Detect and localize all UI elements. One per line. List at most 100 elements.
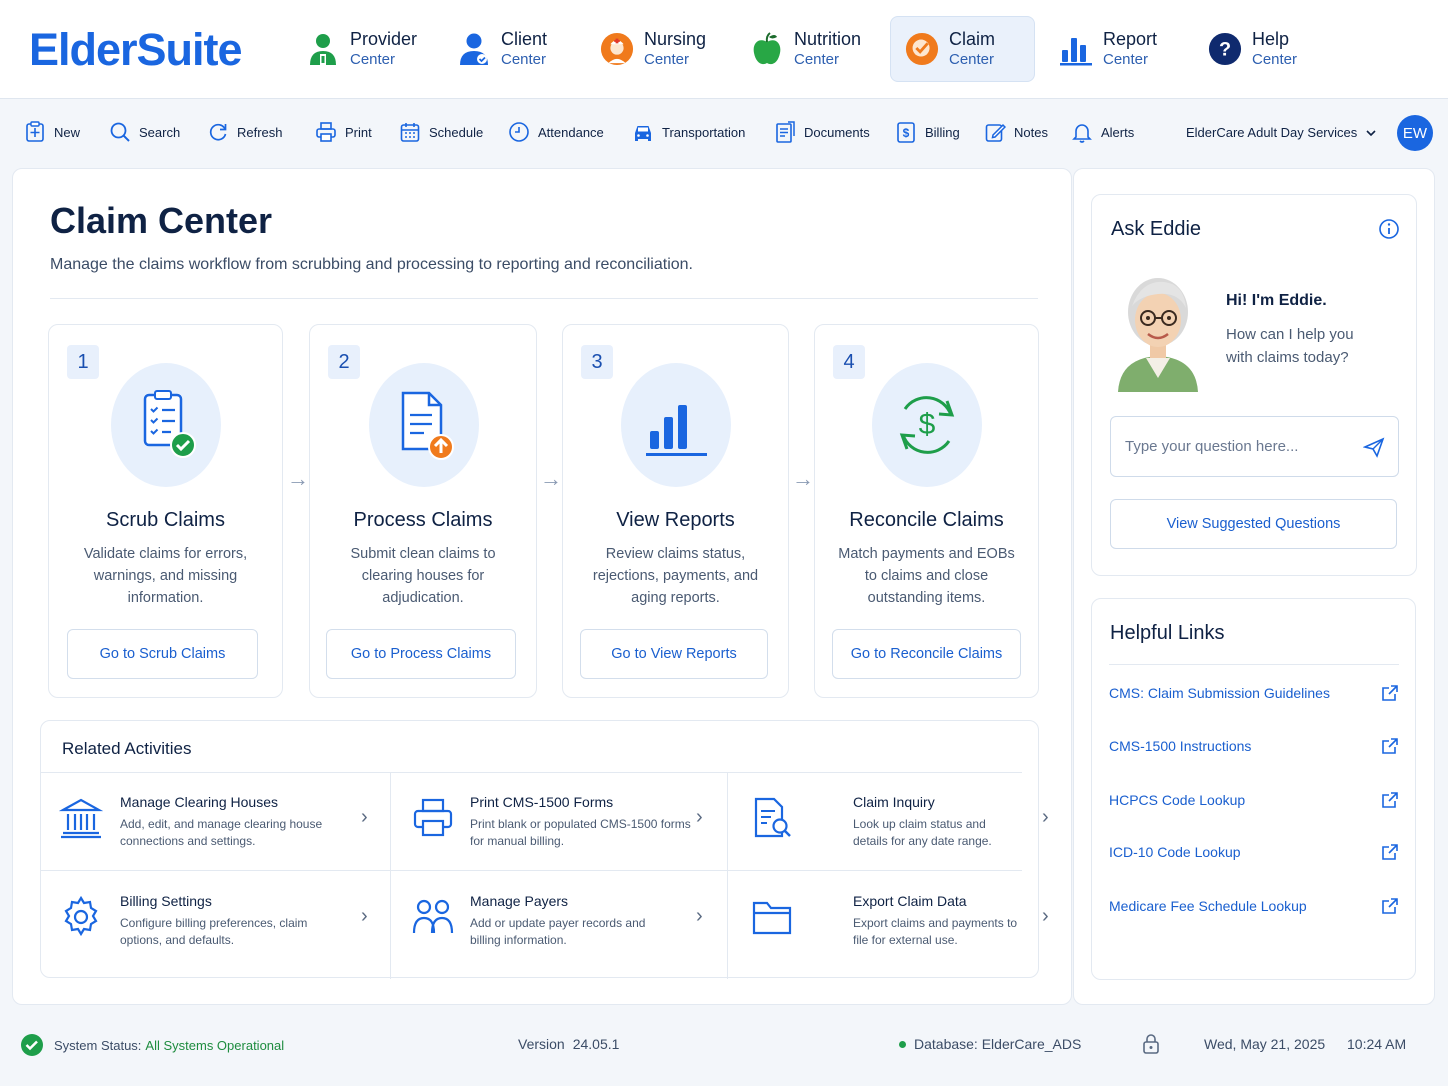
module-provider[interactable]: Provider Center xyxy=(292,16,431,82)
toolbar-attendance[interactable]: Attendance xyxy=(508,117,604,147)
avatar[interactable]: EW xyxy=(1397,115,1433,151)
print-icon xyxy=(316,122,336,142)
toolbar-label: Documents xyxy=(804,124,870,140)
link-icd10-lookup[interactable]: ICD-10 Code Lookup xyxy=(1109,826,1399,878)
go-to-scrub-claims-button[interactable]: Go to Scrub Claims xyxy=(67,629,258,679)
go-to-reconcile-claims-button[interactable]: Go to Reconcile Claims xyxy=(832,629,1021,679)
page-title: Claim Center xyxy=(50,200,273,241)
module-client[interactable]: Client Center xyxy=(443,16,561,82)
claim-icon xyxy=(905,32,939,66)
status-date: Wed, May 21, 2025 xyxy=(1204,1036,1326,1052)
new-icon xyxy=(26,121,44,142)
toolbar-transportation[interactable]: Transportation xyxy=(632,117,745,147)
app-logo[interactable]: ElderSuite xyxy=(29,24,243,76)
activity-billing-settings[interactable]: Billing Settings Configure billing prefe… xyxy=(41,871,390,969)
toolbar-search[interactable]: Search xyxy=(109,117,180,147)
external-link-icon xyxy=(1382,738,1398,754)
top-bar: ElderSuite Provider Center Client Center N… xyxy=(0,0,1448,99)
link-cms-claim-guidelines[interactable]: CMS: Claim Submission Guidelines xyxy=(1109,667,1399,719)
status-label: System Status: xyxy=(54,1037,142,1053)
activity-title: Export Claim Data xyxy=(853,893,967,909)
module-title: Nursing xyxy=(644,29,707,49)
step-title: Reconcile Claims xyxy=(849,509,1004,531)
org-name: ElderCare Adult Day Services xyxy=(1186,125,1358,140)
org-selector[interactable]: ElderCare Adult Day Services xyxy=(1186,125,1377,140)
activity-title: Claim Inquiry xyxy=(853,794,935,810)
arrow-right-icon: → xyxy=(540,466,562,491)
arrow-right-icon: → xyxy=(792,466,814,491)
step-title: Scrub Claims xyxy=(106,509,225,531)
external-link-icon xyxy=(1382,898,1398,914)
activity-manage-clearing-houses[interactable]: Manage Clearing Houses Add, edit, and ma… xyxy=(41,772,390,870)
activity-claim-inquiry[interactable]: Claim Inquiry Look up claim status and d… xyxy=(728,772,1049,870)
link-label: Medicare Fee Schedule Lookup xyxy=(1109,898,1307,914)
toolbar-label: Billing xyxy=(925,124,960,140)
related-activities: Related Activities Manage Clearing House… xyxy=(40,720,1049,979)
link-hcpcs-lookup[interactable]: HCPCS Code Lookup xyxy=(1109,774,1399,826)
helpful-links-title: Helpful Links xyxy=(1110,622,1225,644)
eddie-question-field xyxy=(1110,416,1399,477)
send-icon[interactable] xyxy=(1363,436,1385,458)
module-help[interactable]: ? Help Center xyxy=(1194,16,1311,82)
scrub-claims-icon xyxy=(111,363,221,487)
go-to-view-reports-button[interactable]: Go to View Reports xyxy=(580,629,768,679)
svg-text:$: $ xyxy=(919,408,936,441)
link-label: CMS: Claim Submission Guidelines xyxy=(1109,685,1330,701)
status-dot xyxy=(899,1040,906,1048)
toolbar-label: Schedule xyxy=(429,124,484,140)
view-suggested-questions-button[interactable]: View Suggested Questions xyxy=(1110,499,1397,549)
toolbar-documents[interactable]: Documents xyxy=(774,117,870,147)
section-title: Related Activities xyxy=(62,739,192,758)
car-icon xyxy=(635,126,651,141)
activity-export-claim-data[interactable]: Export Claim Data Export claims and paym… xyxy=(728,871,1049,969)
folder-icon xyxy=(752,901,792,935)
nursing-icon xyxy=(600,32,634,66)
activity-print-cms-1500[interactable]: Print CMS-1500 Forms Print blank or popu… xyxy=(391,772,727,870)
toolbar-schedule[interactable]: Schedule xyxy=(399,117,483,147)
toolbar-billing[interactable]: $ Billing xyxy=(895,117,960,147)
toolbar-new[interactable]: New xyxy=(24,117,80,147)
toolbar-label: Notes xyxy=(1014,124,1048,140)
go-to-process-claims-button[interactable]: Go to Process Claims xyxy=(326,629,516,679)
module-nursing[interactable]: Nursing Center xyxy=(586,16,720,82)
link-medicare-fee-schedule[interactable]: Medicare Fee Schedule Lookup xyxy=(1109,880,1399,932)
activity-title: Manage Payers xyxy=(470,893,569,909)
toolbar-label: Alerts xyxy=(1101,124,1135,140)
toolbar-alerts[interactable]: Alerts xyxy=(1071,117,1134,147)
external-link-icon xyxy=(1382,792,1398,808)
eddie-message: How can I help you with claims today? xyxy=(1226,326,1354,366)
activity-title: Print CMS-1500 Forms xyxy=(470,794,614,810)
module-nutrition[interactable]: Nutrition Center xyxy=(736,16,875,82)
info-icon[interactable] xyxy=(1378,218,1400,240)
process-claims-icon xyxy=(369,363,479,487)
reconcile-claims-icon: $ xyxy=(872,363,982,487)
version-label: Version xyxy=(518,1036,565,1052)
status-time: 10:24 AM xyxy=(1347,1036,1407,1052)
link-cms-1500-instructions[interactable]: CMS-1500 Instructions xyxy=(1109,720,1399,772)
step-number: 2 xyxy=(328,345,360,379)
toolbar-notes[interactable]: Notes xyxy=(984,117,1048,147)
eddie-greeting: Hi! I'm Eddie. xyxy=(1226,292,1327,309)
toolbar-print[interactable]: Print xyxy=(315,117,372,147)
chevron-right-icon: › xyxy=(696,905,703,927)
activity-manage-payers[interactable]: Manage Payers Add or update payer record… xyxy=(391,871,727,969)
module-claim[interactable]: Claim Center xyxy=(890,16,1035,82)
module-sub: Center xyxy=(794,51,840,68)
printer-icon xyxy=(413,798,453,837)
toolbar-label: Transportation xyxy=(662,124,746,140)
provider-icon xyxy=(306,32,340,66)
module-sub: Center xyxy=(1252,51,1298,68)
ask-eddie-title: Ask Eddie xyxy=(1111,218,1202,240)
page-subtitle: Manage the claims workflow from scrubbin… xyxy=(50,256,693,273)
view-reports-icon xyxy=(621,363,731,487)
bar-chart-icon xyxy=(1059,32,1093,66)
refresh-icon xyxy=(209,123,227,141)
eddie-question-input[interactable] xyxy=(1125,433,1355,459)
module-sub: Center xyxy=(1103,51,1149,68)
users-icon xyxy=(412,899,454,934)
module-report[interactable]: Report Center xyxy=(1045,16,1171,82)
search-icon xyxy=(110,122,130,142)
module-sub: Center xyxy=(501,51,547,68)
lock-icon[interactable] xyxy=(1142,1034,1160,1054)
toolbar-refresh[interactable]: Refresh xyxy=(207,117,283,147)
